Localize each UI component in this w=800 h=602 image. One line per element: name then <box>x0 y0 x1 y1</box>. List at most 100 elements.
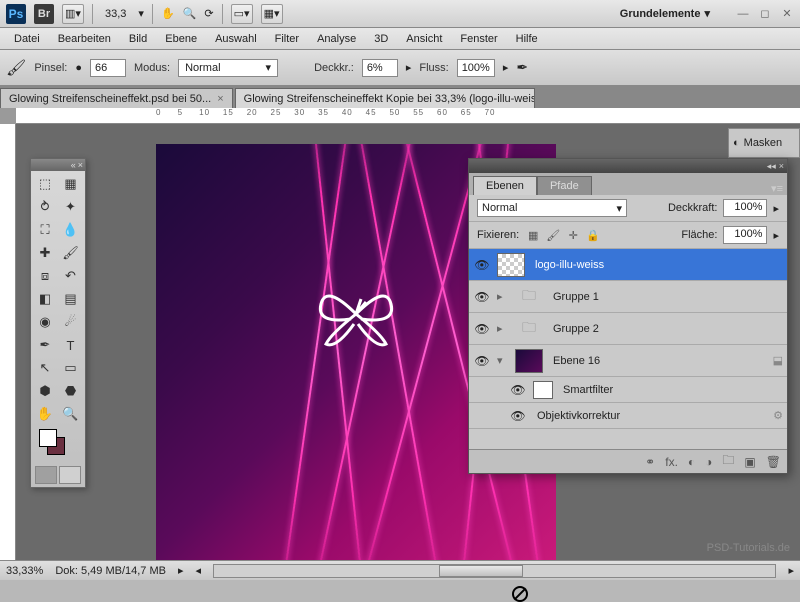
menu-select[interactable]: Auswahl <box>207 31 265 47</box>
filter-name[interactable]: Objektivkorrektur <box>533 410 767 422</box>
visibility-eye-icon[interactable]: 👁 <box>509 381 527 399</box>
hand-tool-icon[interactable]: ✋ <box>33 403 57 425</box>
layer-name[interactable]: logo-illu-weiss <box>531 259 783 271</box>
menu-image[interactable]: Bild <box>121 31 155 47</box>
layer-fill-input[interactable]: 100% <box>723 226 767 244</box>
filter-mask-thumbnail[interactable] <box>533 381 553 399</box>
history-brush-tool-icon[interactable]: ↶ <box>59 265 83 287</box>
disclosure-triangle-icon[interactable]: ▾ <box>497 354 509 367</box>
layer-thumbnail[interactable] <box>497 253 525 277</box>
layer-name[interactable]: Gruppe 2 <box>549 323 783 335</box>
panel-menu-icon[interactable]: ▾≡ <box>771 182 783 195</box>
airbrush-icon[interactable]: ✒ <box>516 59 528 76</box>
status-flyout-icon[interactable]: ▸ <box>178 564 184 577</box>
brush-tool-icon[interactable]: 🖌 <box>59 242 83 264</box>
gradient-tool-icon[interactable]: ▤ <box>59 288 83 310</box>
minimize-icon[interactable]: — <box>736 7 750 21</box>
pen-tool-icon[interactable]: ✒ <box>33 334 57 356</box>
horizontal-ruler[interactable] <box>16 108 800 124</box>
brush-tool-icon[interactable]: 🖌 <box>6 58 26 78</box>
disclosure-triangle-icon[interactable]: ▸ <box>497 290 509 303</box>
brush-size-value[interactable]: 66 <box>90 59 126 77</box>
layer-blend-mode-select[interactable]: Normal▾ <box>477 199 627 217</box>
layer-mask-icon[interactable]: ◐ <box>688 455 695 469</box>
layer-name[interactable]: Gruppe 1 <box>549 291 783 303</box>
menu-help[interactable]: Hilfe <box>508 31 546 47</box>
filter-entry-row[interactable]: 👁 Objektivkorrektur ⚙ <box>469 403 787 429</box>
filter-blend-icon[interactable]: ⚙ <box>773 409 783 422</box>
tab-close-icon[interactable]: × <box>217 93 223 105</box>
delete-layer-icon[interactable]: 🗑 <box>766 455 781 469</box>
menu-view[interactable]: Ansicht <box>398 31 450 47</box>
marquee-tool-icon[interactable]: ▦ <box>59 173 83 195</box>
panel-titlebar[interactable]: ◂◂ × <box>469 159 787 173</box>
close-icon[interactable]: × <box>779 161 784 171</box>
wand-tool-icon[interactable]: ✦ <box>59 196 83 218</box>
menu-analysis[interactable]: Analyse <box>309 31 364 47</box>
move-tool-icon[interactable]: ⬚ <box>33 173 57 195</box>
menu-3d[interactable]: 3D <box>366 31 396 47</box>
close-icon[interactable]: ✕ <box>780 7 794 21</box>
tab-layers[interactable]: Ebenen <box>473 176 537 195</box>
visibility-eye-icon[interactable]: 👁 <box>473 288 491 306</box>
lock-position-icon[interactable]: ✛ <box>565 227 581 243</box>
adjustment-layer-icon[interactable]: ◑ <box>705 455 712 469</box>
screen-mode-dropdown[interactable]: ▭▾ <box>231 4 253 24</box>
bridge-logo-icon[interactable]: Br <box>34 4 54 24</box>
eraser-tool-icon[interactable]: ◧ <box>33 288 57 310</box>
blur-tool-icon[interactable]: ◉ <box>33 311 57 333</box>
horizontal-scrollbar[interactable] <box>213 564 776 578</box>
disclosure-triangle-icon[interactable]: ▸ <box>497 322 509 335</box>
menu-layer[interactable]: Ebene <box>157 31 205 47</box>
lock-pixels-icon[interactable]: 🖌 <box>545 227 561 243</box>
document-tab-active[interactable]: Glowing Streifenscheineffekt Kopie bei 3… <box>235 88 535 108</box>
menu-window[interactable]: Fenster <box>452 31 505 47</box>
maximize-icon[interactable]: ◻ <box>758 7 772 21</box>
rotate-tool-icon[interactable]: ⟳ <box>204 7 213 20</box>
menu-filter[interactable]: Filter <box>267 31 307 47</box>
layer-row[interactable]: 👁 ▾ Ebene 16 ⬓ <box>469 345 787 377</box>
tab-paths[interactable]: Pfade <box>537 176 592 195</box>
quickmask-mode-button[interactable] <box>59 466 81 484</box>
shape-tool-icon[interactable]: ▭ <box>59 357 83 379</box>
brush-preview-icon[interactable]: ● <box>75 62 82 74</box>
layer-thumbnail[interactable] <box>515 349 543 373</box>
blend-mode-select[interactable]: Normal▾ <box>178 59 278 77</box>
layout-dropdown[interactable]: ▥▾ <box>62 4 84 24</box>
layer-row[interactable]: 👁 ▸ 🗀 Gruppe 1 <box>469 281 787 313</box>
opacity-flyout-icon[interactable]: ▸ <box>773 202 779 215</box>
layer-fx-icon[interactable]: fx. <box>665 455 678 469</box>
hand-tool-icon[interactable]: ✋ <box>161 7 175 20</box>
3d-tool-icon[interactable]: ⬢ <box>33 380 57 402</box>
crop-tool-icon[interactable]: ⛶ <box>33 219 57 241</box>
stamp-tool-icon[interactable]: ⧈ <box>33 265 57 287</box>
path-select-tool-icon[interactable]: ↖ <box>33 357 57 379</box>
lock-all-icon[interactable]: 🔒 <box>585 227 601 243</box>
flow-input[interactable]: 100% <box>457 59 495 77</box>
scroll-left-icon[interactable]: ◂ <box>196 564 202 577</box>
eyedropper-tool-icon[interactable]: 💧 <box>59 219 83 241</box>
opacity-flyout-icon[interactable]: ▸ <box>406 61 412 74</box>
zoom-tool-icon[interactable]: 🔍 <box>59 403 83 425</box>
status-zoom[interactable]: 33,33% <box>6 565 43 577</box>
layer-row-selected[interactable]: 👁 logo-illu-weiss <box>469 249 787 281</box>
zoom-value[interactable]: 33,3 <box>101 8 130 20</box>
new-group-icon[interactable]: 🗀 <box>722 451 734 472</box>
scroll-right-icon[interactable]: ▸ <box>788 564 794 577</box>
visibility-eye-icon[interactable]: 👁 <box>473 320 491 338</box>
layer-opacity-input[interactable]: 100% <box>723 199 767 217</box>
flow-flyout-icon[interactable]: ▸ <box>503 61 509 74</box>
layer-name[interactable]: Ebene 16 <box>549 355 767 367</box>
collapse-icon[interactable]: ◂◂ <box>767 161 776 172</box>
status-doc-size[interactable]: Dok: 5,49 MB/14,7 MB <box>55 565 166 577</box>
zoom-tool-icon[interactable]: 🔍 <box>183 7 197 20</box>
smartfilter-row[interactable]: 👁 Smartfilter <box>469 377 787 403</box>
healing-tool-icon[interactable]: ✚ <box>33 242 57 264</box>
link-layers-icon[interactable]: ⚭ <box>645 455 655 469</box>
menu-edit[interactable]: Bearbeiten <box>50 31 119 47</box>
type-tool-icon[interactable]: T <box>59 334 83 356</box>
vertical-ruler[interactable] <box>0 124 16 560</box>
collapse-icon[interactable]: « <box>71 160 76 170</box>
visibility-eye-icon[interactable]: 👁 <box>473 352 491 370</box>
arrange-dropdown[interactable]: ▦▾ <box>261 4 283 24</box>
